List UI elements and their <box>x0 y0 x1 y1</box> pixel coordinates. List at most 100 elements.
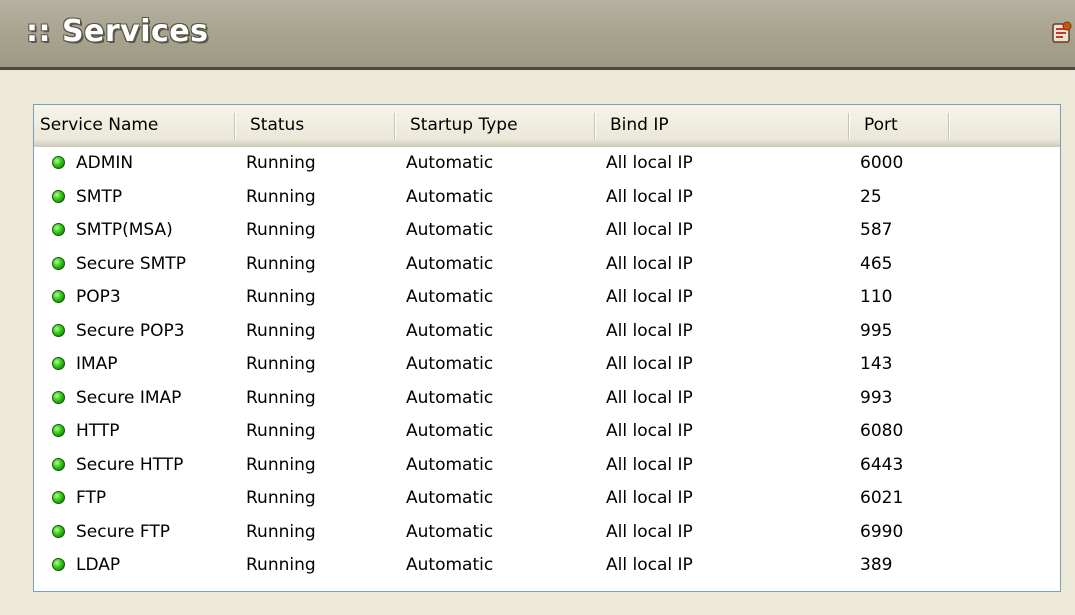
service-name: HTTP <box>76 421 120 441</box>
status-running-icon <box>52 424 65 437</box>
service-bind-ip: All local IP <box>606 421 693 441</box>
status-running-icon <box>52 256 65 270</box>
table-row[interactable]: IMAP Running Automatic All local IP 143 <box>34 348 1060 382</box>
service-name: Secure POP3 <box>76 320 185 341</box>
table-row[interactable]: Secure FTP Running Automatic All local I… <box>34 516 1060 550</box>
service-startup-type: Automatic <box>406 220 494 240</box>
services-rows: ADMIN Running Automatic All local IP 600… <box>34 147 1060 583</box>
table-row[interactable]: Secure HTTP Running Automatic All local … <box>34 449 1060 483</box>
status-running-icon <box>52 290 65 303</box>
service-status: Running <box>246 387 316 408</box>
table-row[interactable]: HTTP Running Automatic All local IP 6080 <box>34 415 1060 449</box>
service-bind-ip: All local IP <box>606 253 693 274</box>
services-list[interactable]: Service Name Status Startup Type Bind IP… <box>33 104 1061 592</box>
service-port: 587 <box>860 220 893 240</box>
panel-title: :: Services <box>26 14 209 49</box>
service-port: 6990 <box>860 521 904 542</box>
table-row[interactable]: ADMIN Running Automatic All local IP 600… <box>34 147 1060 181</box>
service-port: 6080 <box>860 421 904 441</box>
service-status: Running <box>246 521 316 542</box>
service-status: Running <box>246 153 316 173</box>
service-status: Running <box>246 287 316 307</box>
service-name: Secure FTP <box>76 521 170 542</box>
panel-header: :: Services <box>0 0 1075 70</box>
service-port: 993 <box>860 387 893 408</box>
service-name: LDAP <box>76 555 121 575</box>
service-status: Running <box>246 253 316 274</box>
service-port: 465 <box>860 253 893 274</box>
service-bind-ip: All local IP <box>606 521 693 542</box>
service-startup-type: Automatic <box>406 320 494 341</box>
service-port: 995 <box>860 320 893 341</box>
table-row[interactable]: LDAP Running Automatic All local IP 389 <box>34 549 1060 583</box>
service-startup-type: Automatic <box>406 421 494 441</box>
table-row[interactable]: FTP Running Automatic All local IP 6021 <box>34 482 1060 516</box>
service-name: Secure IMAP <box>76 387 182 408</box>
service-startup-type: Automatic <box>406 387 494 408</box>
status-running-icon <box>52 457 65 471</box>
service-status: Running <box>246 555 316 575</box>
service-status: Running <box>246 320 316 341</box>
table-row[interactable]: Secure IMAP Running Automatic All local … <box>34 382 1060 416</box>
service-bind-ip: All local IP <box>606 454 693 475</box>
service-startup-type: Automatic <box>406 186 494 207</box>
service-name: POP3 <box>76 287 121 307</box>
service-status: Running <box>246 454 316 475</box>
service-name: ADMIN <box>76 153 134 173</box>
column-divider[interactable] <box>848 113 850 139</box>
column-header-status[interactable]: Status <box>244 105 394 145</box>
services-panel: :: Services Service Name Status Startup … <box>0 0 1075 615</box>
service-port: 6021 <box>860 488 904 508</box>
service-bind-ip: All local IP <box>606 354 693 374</box>
service-status: Running <box>246 488 316 508</box>
table-row[interactable]: Secure POP3 Running Automatic All local … <box>34 315 1060 349</box>
status-running-icon <box>52 524 65 538</box>
service-bind-ip: All local IP <box>606 488 693 508</box>
column-header-row: Service Name Status Startup Type Bind IP… <box>34 105 1060 147</box>
column-divider[interactable] <box>594 113 596 139</box>
service-startup-type: Automatic <box>406 555 494 575</box>
service-port: 389 <box>860 555 893 575</box>
table-row[interactable]: Secure SMTP Running Automatic All local … <box>34 248 1060 282</box>
service-name: IMAP <box>76 354 118 374</box>
service-port: 110 <box>860 287 893 307</box>
status-running-icon <box>52 558 65 571</box>
service-startup-type: Automatic <box>406 488 494 508</box>
service-port: 6000 <box>860 153 904 173</box>
service-bind-ip: All local IP <box>606 220 693 240</box>
service-status: Running <box>246 354 316 374</box>
service-bind-ip: All local IP <box>606 287 693 307</box>
service-startup-type: Automatic <box>406 253 494 274</box>
status-running-icon <box>52 390 65 404</box>
service-name: SMTP(MSA) <box>76 220 173 240</box>
column-header-bind-ip[interactable]: Bind IP <box>604 105 848 145</box>
service-name: SMTP <box>76 186 123 207</box>
service-bind-ip: All local IP <box>606 555 693 575</box>
service-startup-type: Automatic <box>406 454 494 475</box>
table-row[interactable]: SMTP(MSA) Running Automatic All local IP… <box>34 214 1060 248</box>
service-bind-ip: All local IP <box>606 186 693 207</box>
service-port: 6443 <box>860 454 904 475</box>
status-running-icon <box>52 189 65 203</box>
table-row[interactable]: POP3 Running Automatic All local IP 110 <box>34 281 1060 315</box>
column-header-service-name[interactable]: Service Name <box>34 105 234 145</box>
service-bind-ip: All local IP <box>606 387 693 408</box>
column-divider[interactable] <box>394 113 396 139</box>
service-name: FTP <box>76 488 107 508</box>
service-port: 25 <box>860 186 882 207</box>
settings-icon[interactable] <box>1051 20 1073 46</box>
service-status: Running <box>246 186 316 207</box>
column-header-startup-type[interactable]: Startup Type <box>404 105 594 145</box>
table-row[interactable]: SMTP Running Automatic All local IP 25 <box>34 181 1060 215</box>
status-running-icon <box>52 156 65 169</box>
column-divider[interactable] <box>948 113 950 139</box>
column-header-port[interactable]: Port <box>858 105 948 145</box>
status-running-icon <box>52 223 65 236</box>
service-startup-type: Automatic <box>406 287 494 307</box>
column-divider[interactable] <box>234 113 236 139</box>
service-name: Secure HTTP <box>76 454 184 475</box>
service-startup-type: Automatic <box>406 521 494 542</box>
status-running-icon <box>52 357 65 370</box>
service-startup-type: Automatic <box>406 354 494 374</box>
service-status: Running <box>246 220 316 240</box>
